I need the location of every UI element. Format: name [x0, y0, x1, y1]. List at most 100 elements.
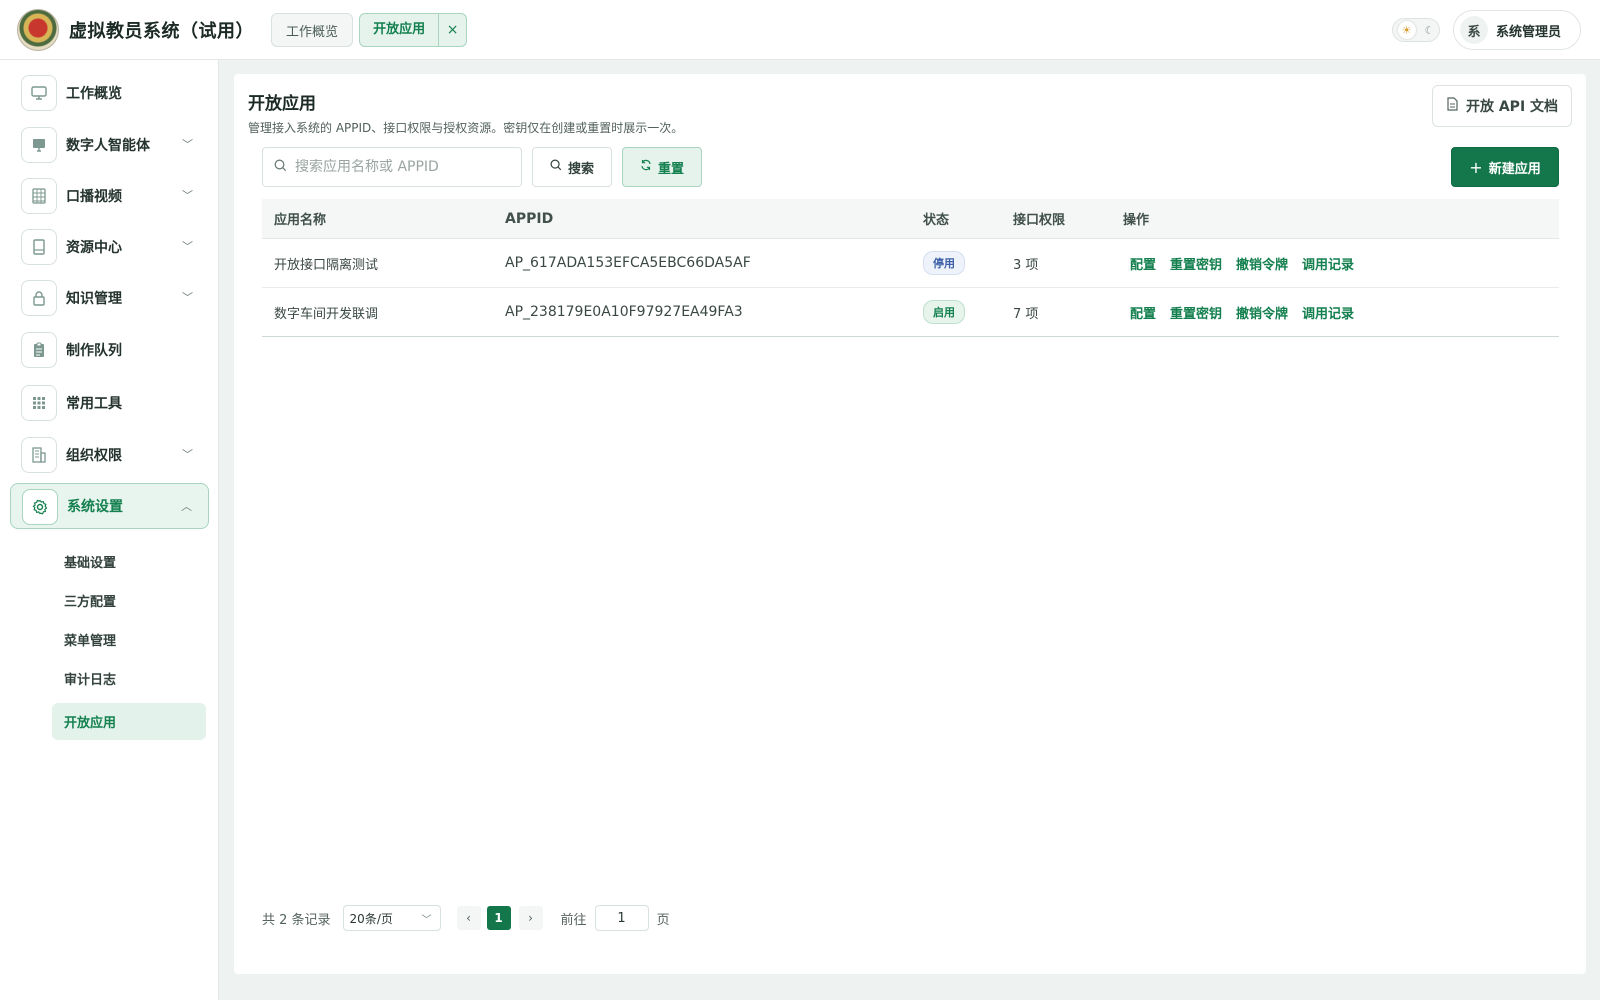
reset-secret-link[interactable]: 重置密钥: [1170, 254, 1222, 273]
chevron-down-icon: ﹀: [182, 448, 193, 461]
chevron-down-icon: ﹀: [182, 240, 193, 253]
sidebar-item-label: 资源中心: [66, 240, 122, 256]
table-row: 开放接口隔离测试 AP_617ADA153EFCA5EBC66DA5AF 停用 …: [262, 239, 1559, 288]
goto-page-input[interactable]: [594, 905, 649, 931]
call-log-link[interactable]: 调用记录: [1302, 254, 1354, 273]
sidebar-subitem-menu-management[interactable]: 菜单管理: [52, 621, 206, 658]
status-badge: 停用: [923, 251, 965, 275]
sidebar-item-label: 制作队列: [66, 343, 122, 359]
call-log-link[interactable]: 调用记录: [1302, 303, 1354, 322]
sidebar-item-label: 工作概览: [66, 86, 122, 102]
sidebar-item-label: 系统设置: [67, 499, 123, 515]
chevron-down-icon: ﹀: [421, 914, 432, 926]
table-row: 数字车间开发联调 AP_238179E0A10F97927EA49FA3 启用 …: [262, 288, 1559, 337]
sidebar-subitem-third-party[interactable]: 三方配置: [52, 582, 206, 619]
document-icon: [1446, 97, 1459, 115]
user-name: 系统管理员: [1496, 24, 1562, 40]
video-grid-icon: [21, 178, 57, 214]
lock-icon: [21, 280, 57, 316]
page-size-value: 20条/页: [349, 911, 393, 926]
prev-page-button[interactable]: ‹: [456, 906, 481, 930]
reset-button[interactable]: 重置: [622, 147, 702, 187]
gear-icon: [22, 489, 58, 525]
cell-status: 启用: [911, 288, 1001, 336]
theme-toggle[interactable]: ☀ ☾: [1392, 18, 1440, 42]
page-title: 开放应用: [248, 94, 316, 114]
new-app-label: 新建应用: [1488, 161, 1541, 177]
clipboard-icon: [21, 332, 57, 368]
configure-link[interactable]: 配置: [1130, 254, 1156, 273]
book-icon: [21, 229, 57, 265]
close-icon[interactable]: ×: [439, 22, 466, 38]
api-doc-button[interactable]: 开放 API 文档: [1432, 85, 1572, 127]
sidebar-item-production-queue[interactable]: 制作队列: [10, 327, 209, 373]
page-size-select[interactable]: 20条/页 ﹀: [342, 905, 441, 931]
chevron-down-icon: ﹀: [182, 189, 193, 202]
screen-icon: [21, 127, 57, 163]
api-doc-label: 开放 API 文档: [1465, 99, 1559, 115]
main-panel: 开放应用 管理接入系统的 APPID、接口权限与授权资源。密钥仅在创建或重置时展…: [234, 74, 1586, 974]
next-page-button[interactable]: ›: [518, 906, 543, 930]
cell-actions: 配置 重置密钥 撤销令牌 调用记录: [1111, 239, 1551, 287]
page-number-current[interactable]: 1: [486, 906, 511, 930]
apps-grid-icon: [21, 385, 57, 421]
reset-secret-link[interactable]: 重置密钥: [1170, 303, 1222, 322]
chevron-down-icon: ﹀: [182, 291, 193, 304]
tab-work-overview[interactable]: 工作概览: [271, 13, 353, 47]
page-word: 页: [656, 912, 670, 928]
sidebar-item-digital-human[interactable]: 数字人智能体 ﹀: [10, 122, 209, 168]
cell-appid: AP_238179E0A10F97927EA49FA3: [505, 304, 743, 320]
sidebar-subitem-audit-log[interactable]: 审计日志: [52, 660, 206, 697]
col-header-name: 应用名称: [274, 213, 327, 228]
revoke-token-link[interactable]: 撤销令牌: [1236, 254, 1288, 273]
status-badge: 启用: [923, 300, 965, 324]
cell-app-name: 数字车间开发联调: [274, 306, 379, 322]
sidebar-item-resource-center[interactable]: 资源中心 ﹀: [10, 224, 209, 270]
table-header: 应用名称 APPID 状态 接口权限 操作: [262, 199, 1559, 239]
total-count: 共 2 条记录: [262, 912, 331, 928]
sidebar-item-label: 口播视频: [66, 189, 122, 205]
sidebar-item-label: 组织权限: [66, 448, 122, 464]
avatar: 系: [1460, 16, 1488, 44]
sidebar-item-work-overview[interactable]: 工作概览: [10, 70, 209, 116]
building-icon: [21, 437, 57, 473]
search-field[interactable]: [262, 147, 522, 187]
sidebar-item-org-permissions[interactable]: 组织权限 ﹀: [10, 432, 209, 478]
sidebar-item-label: 知识管理: [66, 291, 122, 307]
revoke-token-link[interactable]: 撤销令牌: [1236, 303, 1288, 322]
search-input[interactable]: [295, 159, 515, 175]
tab-open-apps[interactable]: 开放应用 ×: [359, 13, 467, 47]
sidebar-subitem-basic-settings[interactable]: 基础设置: [52, 543, 206, 580]
chevron-up-icon: ︿: [181, 500, 192, 513]
sidebar-item-label: 常用工具: [66, 396, 122, 412]
col-header-actions: 操作: [1123, 213, 1150, 228]
reset-button-label: 重置: [657, 161, 684, 177]
sidebar-item-common-tools[interactable]: 常用工具: [10, 380, 209, 426]
search-button-label: 搜索: [567, 161, 594, 177]
goto-label: 前往: [560, 912, 587, 928]
cell-app-name: 开放接口隔离测试: [274, 257, 379, 273]
plus-icon: +: [1469, 157, 1483, 177]
chevron-down-icon: ﹀: [182, 138, 193, 151]
configure-link[interactable]: 配置: [1130, 303, 1156, 322]
monitor-icon: [21, 75, 57, 111]
sidebar-subitem-open-apps[interactable]: 开放应用: [52, 703, 206, 740]
cell-status: 停用: [911, 239, 1001, 287]
search-icon: [550, 159, 562, 175]
user-menu[interactable]: 系 系统管理员: [1453, 10, 1581, 50]
app-title: 虚拟教员系统（试用）: [69, 21, 254, 42]
cell-permissions: 7 项: [1013, 306, 1039, 322]
new-app-button[interactable]: + 新建应用: [1451, 147, 1559, 187]
search-button[interactable]: 搜索: [532, 147, 612, 187]
moon-icon: ☾: [1424, 23, 1435, 37]
cell-permissions: 3 项: [1013, 257, 1039, 273]
sidebar-item-label: 数字人智能体: [66, 138, 150, 154]
sidebar-item-system-settings[interactable]: 系统设置 ︿: [10, 483, 209, 529]
sidebar-item-knowledge[interactable]: 知识管理 ﹀: [10, 275, 209, 321]
sidebar-item-voice-video[interactable]: 口播视频 ﹀: [10, 173, 209, 219]
cell-appid: AP_617ADA153EFCA5EBC66DA5AF: [505, 255, 751, 271]
col-header-permissions: 接口权限: [1013, 213, 1066, 228]
apps-table: 应用名称 APPID 状态 接口权限 操作 开放接口隔离测试 AP_617ADA…: [262, 199, 1559, 337]
col-header-appid: APPID: [505, 210, 554, 227]
refresh-icon: [640, 159, 652, 175]
